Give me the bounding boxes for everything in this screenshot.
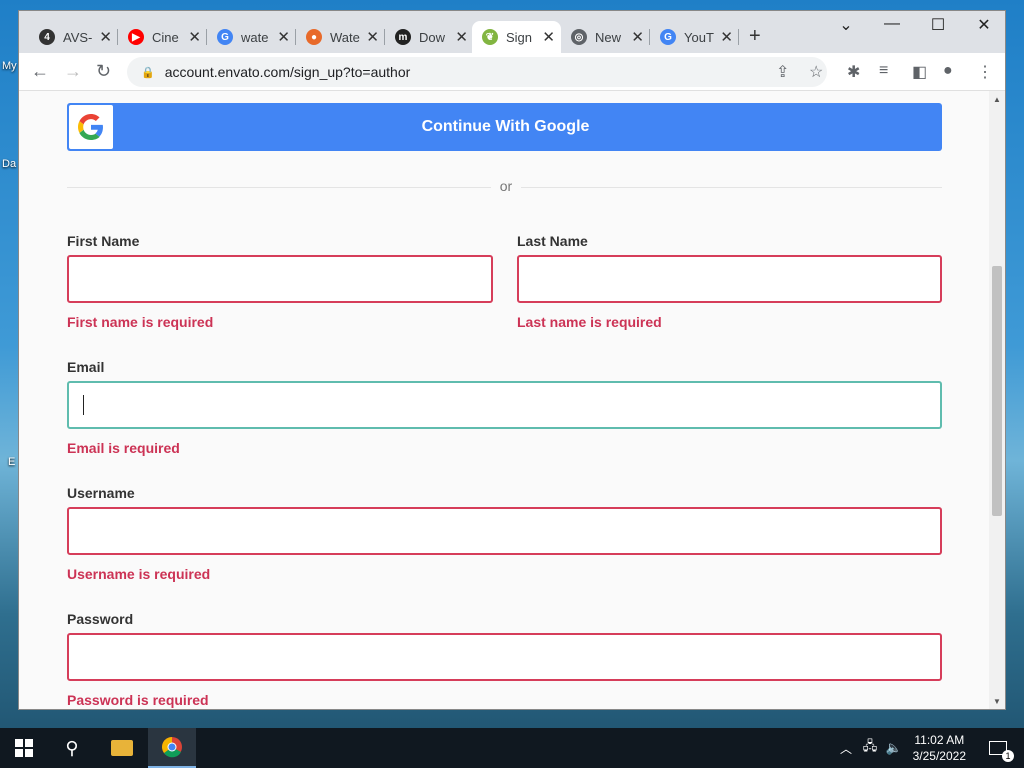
username-label: Username [67,485,135,501]
reload-icon[interactable]: ↻ [96,61,111,82]
media-control-icon[interactable]: ≡ [879,62,888,80]
desktop-icon-label[interactable]: My [2,60,17,72]
lock-icon[interactable]: 🔒 [141,66,155,79]
address-bar[interactable]: 🔒 account.envato.com/sign_up?to=author [127,57,827,87]
tab-close-icon[interactable]: ✕ [366,28,379,46]
tab-favicon-icon: 4 [39,29,55,45]
password-error: Password is required [67,692,209,708]
share-icon[interactable]: ⇪ [776,62,789,82]
browser-tab[interactable]: ◎ New ✕ [561,21,650,53]
google-button-label: Continue With Google [421,118,590,135]
tab-search-icon[interactable]: ⌄ [823,15,869,35]
tab-separator [738,29,739,45]
password-field[interactable] [67,633,942,681]
search-icon[interactable]: ⚲ [48,728,96,768]
email-field[interactable] [67,381,942,429]
tab-close-icon[interactable]: ✕ [455,28,468,46]
minimize-button[interactable]: — [869,15,915,33]
tab-favicon-icon: ◎ [571,29,587,45]
show-hidden-icons-icon[interactable]: ︿ [836,728,856,768]
password-label: Password [67,611,134,627]
notification-center-icon[interactable]: 1 [978,728,1018,768]
desktop-icon-label[interactable]: E [8,456,15,468]
tab-favicon-icon: ❦ [482,29,498,45]
url-text[interactable]: account.envato.com/sign_up?to=author [165,64,411,80]
username-field[interactable] [67,507,942,555]
text-caret [83,395,84,415]
browser-tab[interactable]: G YouT ✕ [650,21,739,53]
tab-title: AVS- [63,29,93,45]
desktop-icon-label[interactable]: Da [2,158,16,170]
start-button[interactable] [0,728,48,768]
maximize-button[interactable]: ☐ [915,15,961,35]
forward-icon[interactable]: → [64,61,82,82]
clock-time: 11:02 AM [914,733,965,747]
tab-title: New [595,29,622,45]
tab-title: Wate [330,29,360,45]
volume-icon[interactable]: 🔈 [884,728,904,768]
tab-close-icon[interactable]: ✕ [631,28,644,46]
email-error: Email is required [67,440,180,456]
browser-tab[interactable]: m Dow ✕ [385,21,474,53]
tab-title: YouT [684,29,714,45]
tab-title: Cine [152,29,179,45]
bookmark-star-icon[interactable]: ☆ [809,62,823,82]
last-name-label: Last Name [517,233,588,249]
tab-title: Dow [419,29,446,45]
profile-avatar-icon[interactable]: ● [943,62,953,80]
file-explorer-icon[interactable] [98,728,146,768]
email-label: Email [67,359,105,375]
browser-tab[interactable]: ❦ Sign ✕ [472,21,561,53]
google-logo-icon [69,105,113,149]
scroll-down-arrow-icon[interactable]: ▼ [993,697,1001,706]
tab-favicon-icon: G [217,29,233,45]
tab-title: Sign [506,29,533,45]
tab-favicon-icon: ● [306,29,322,45]
tab-strip: 4 AVS- ✕ ▶ Cine ✕ Gwate ✕ ● Wate ✕ m Dow ✕ ❦ Sign ✕ ◎ New ✕… [19,11,1005,53]
username-error: Username is required [67,566,211,582]
browser-tab[interactable]: ▶ Cine ✕ [118,21,207,53]
back-icon[interactable]: ← [31,61,49,82]
close-window-button[interactable]: ✕ [961,15,1005,35]
tab-close-icon[interactable]: ✕ [542,28,555,46]
or-separator: or [491,178,521,194]
tab-title: wate [241,29,269,45]
system-clock[interactable]: 11:02 AM 3/25/2022 [913,732,966,764]
last-name-field[interactable] [517,255,942,303]
first-name-field[interactable] [67,255,493,303]
network-icon[interactable]: 🖧 [860,728,880,768]
browser-tab[interactable]: ● Wate ✕ [296,21,385,53]
chrome-taskbar-icon[interactable] [148,728,196,768]
windows-logo-icon [15,739,33,757]
last-name-error: Last name is required [517,314,662,330]
clock-date: 3/25/2022 [912,749,966,763]
new-tab-button[interactable]: + [749,25,761,48]
tab-close-icon[interactable]: ✕ [99,28,112,46]
extensions-icon[interactable]: ✱ [847,62,860,82]
first-name-error: First name is required [67,314,214,330]
tab-close-icon[interactable]: ✕ [277,28,290,46]
tab-favicon-icon: G [660,29,676,45]
tab-close-icon[interactable]: ✕ [188,28,201,46]
notification-count: 1 [1002,750,1014,762]
tab-favicon-icon: ▶ [128,29,144,45]
page-content: Continue With Google or First Name First… [19,91,991,709]
browser-tab[interactable]: 4 AVS- ✕ [29,21,118,53]
page-scrollbar[interactable]: ▲ ▼ [989,91,1005,709]
scrollbar-thumb[interactable] [992,266,1002,516]
tab-favicon-icon: m [395,29,411,45]
continue-with-google-button[interactable]: Continue With Google [67,103,942,151]
menu-icon[interactable]: ⋮ [977,62,993,82]
browser-tab[interactable]: Gwate ✕ [207,21,296,53]
taskbar: ⚲ ︿ 🖧 🔈 11:02 AM 3/25/2022 1 [0,728,1024,768]
first-name-label: First Name [67,233,140,249]
browser-window: 4 AVS- ✕ ▶ Cine ✕ Gwate ✕ ● Wate ✕ m Dow ✕ ❦ Sign ✕ ◎ New ✕… [18,10,1006,710]
scroll-up-arrow-icon[interactable]: ▲ [993,95,1001,104]
browser-toolbar: ← → ↻ 🔒 account.envato.com/sign_up?to=au… [19,53,1005,91]
side-panel-icon[interactable]: ◧ [912,62,927,82]
tab-close-icon[interactable]: ✕ [720,28,733,46]
